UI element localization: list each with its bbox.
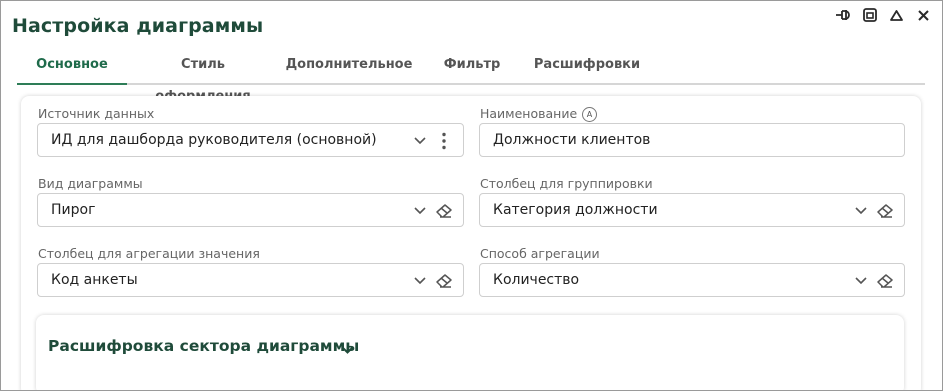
group-column-select[interactable]: Категория должности bbox=[479, 193, 905, 227]
chart-settings-dialog: Настройка диаграммы Основное Стиль оформ… bbox=[0, 0, 943, 391]
group-column-label: Столбец для группировки bbox=[480, 176, 653, 191]
tab-additional[interactable]: Дополнительное bbox=[285, 49, 413, 83]
collapse-icon[interactable] bbox=[886, 5, 907, 25]
agg-method-label: Способ агрегации bbox=[480, 246, 600, 261]
auto-name-badge: A bbox=[582, 107, 597, 122]
agg-column-select[interactable]: Код анкеты bbox=[37, 263, 464, 297]
group-column-value: Категория должности bbox=[493, 202, 658, 218]
name-label: Наименование bbox=[480, 106, 578, 121]
close-icon[interactable] bbox=[913, 5, 934, 25]
restore-icon[interactable] bbox=[859, 5, 880, 25]
eraser-icon[interactable] bbox=[435, 202, 453, 220]
data-source-value: ИД для дашборда руководителя (основной) bbox=[51, 132, 377, 148]
tab-style[interactable]: Стиль оформления bbox=[135, 49, 271, 104]
settings-panel: Источник данных ИД для дашборда руководи… bbox=[21, 96, 921, 390]
more-vertical-icon[interactable] bbox=[435, 132, 453, 150]
drilldown-section-title[interactable]: Расшифровка сектора диаграммы bbox=[48, 337, 359, 355]
chevron-down-icon[interactable] bbox=[411, 132, 429, 150]
pin-icon[interactable] bbox=[832, 5, 853, 25]
data-source-label: Источник данных bbox=[38, 106, 155, 121]
drilldown-section: Расшифровка сектора диаграммы bbox=[36, 315, 904, 390]
name-value: Должности клиентов bbox=[493, 132, 651, 148]
agg-column-value: Код анкеты bbox=[51, 272, 138, 288]
chevron-down-icon[interactable] bbox=[411, 202, 429, 220]
data-source-select[interactable]: ИД для дашборда руководителя (основной) bbox=[37, 123, 464, 157]
chart-type-value: Пирог bbox=[51, 202, 96, 218]
tab-main[interactable]: Основное bbox=[17, 49, 127, 85]
chart-type-select[interactable]: Пирог bbox=[37, 193, 464, 227]
tab-bar: Основное Стиль оформления Дополнительное… bbox=[17, 49, 925, 104]
name-input[interactable]: Должности клиентов bbox=[479, 123, 905, 157]
eraser-icon[interactable] bbox=[876, 272, 894, 290]
eraser-icon[interactable] bbox=[435, 272, 453, 290]
chevron-down-icon[interactable] bbox=[852, 272, 870, 290]
tab-filter[interactable]: Фильтр bbox=[437, 49, 507, 83]
window-controls bbox=[832, 5, 934, 25]
agg-method-value: Количество bbox=[493, 272, 580, 288]
chevron-down-icon[interactable] bbox=[411, 272, 429, 290]
agg-method-select[interactable]: Количество bbox=[479, 263, 905, 297]
chevron-down-icon[interactable] bbox=[341, 340, 354, 359]
dialog-title: Настройка диаграммы bbox=[12, 15, 264, 37]
eraser-icon[interactable] bbox=[876, 202, 894, 220]
chart-type-label: Вид диаграммы bbox=[38, 176, 143, 191]
tab-drilldowns[interactable]: Расшифровки bbox=[531, 49, 643, 83]
chevron-down-icon[interactable] bbox=[852, 202, 870, 220]
agg-column-label: Столбец для агрегации значения bbox=[38, 246, 260, 261]
